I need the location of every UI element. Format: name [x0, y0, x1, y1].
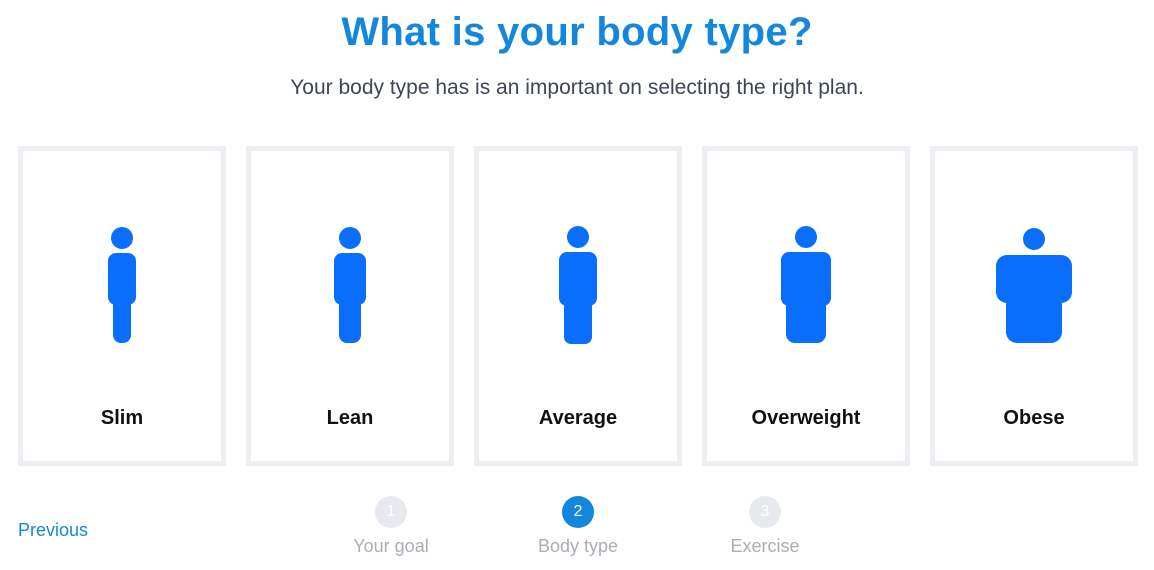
overweight-body-icon	[707, 221, 905, 346]
body-type-card-average[interactable]: Average	[474, 146, 682, 466]
step-body-type: 2 Body type	[508, 496, 648, 557]
step-your-goal: 1 Your goal	[321, 496, 461, 557]
body-type-label: Lean	[326, 407, 374, 429]
step-number: 3	[749, 496, 781, 528]
page-title: What is your body type?	[341, 10, 813, 54]
step-number: 1	[375, 496, 407, 528]
lean-body-icon	[251, 221, 449, 346]
body-type-label: Obese	[1003, 407, 1065, 429]
body-type-card-overweight[interactable]: Overweight	[702, 146, 910, 466]
body-type-label: Slim	[100, 407, 144, 429]
body-type-card-obese[interactable]: Obese	[930, 146, 1138, 466]
body-type-card-lean[interactable]: Lean	[246, 146, 454, 466]
body-type-page: What is your body type? Your body type h…	[0, 0, 1154, 570]
obese-body-icon	[935, 221, 1133, 346]
page-subtitle: Your body type has is an important on se…	[290, 76, 864, 99]
previous-link[interactable]: Previous	[18, 520, 88, 541]
step-label: Exercise	[730, 536, 800, 556]
step-number: 2	[562, 496, 594, 528]
body-type-options: Slim Lean Average Overweight Obese	[18, 146, 1138, 466]
slim-body-icon	[23, 221, 221, 346]
average-body-icon	[479, 221, 677, 346]
step-label: Body type	[537, 536, 619, 556]
body-type-label: Overweight	[751, 407, 861, 429]
body-type-label: Average	[538, 407, 618, 429]
step-label: Your goal	[353, 536, 429, 556]
step-exercise: 3 Exercise	[695, 496, 835, 557]
body-type-card-slim[interactable]: Slim	[18, 146, 226, 466]
